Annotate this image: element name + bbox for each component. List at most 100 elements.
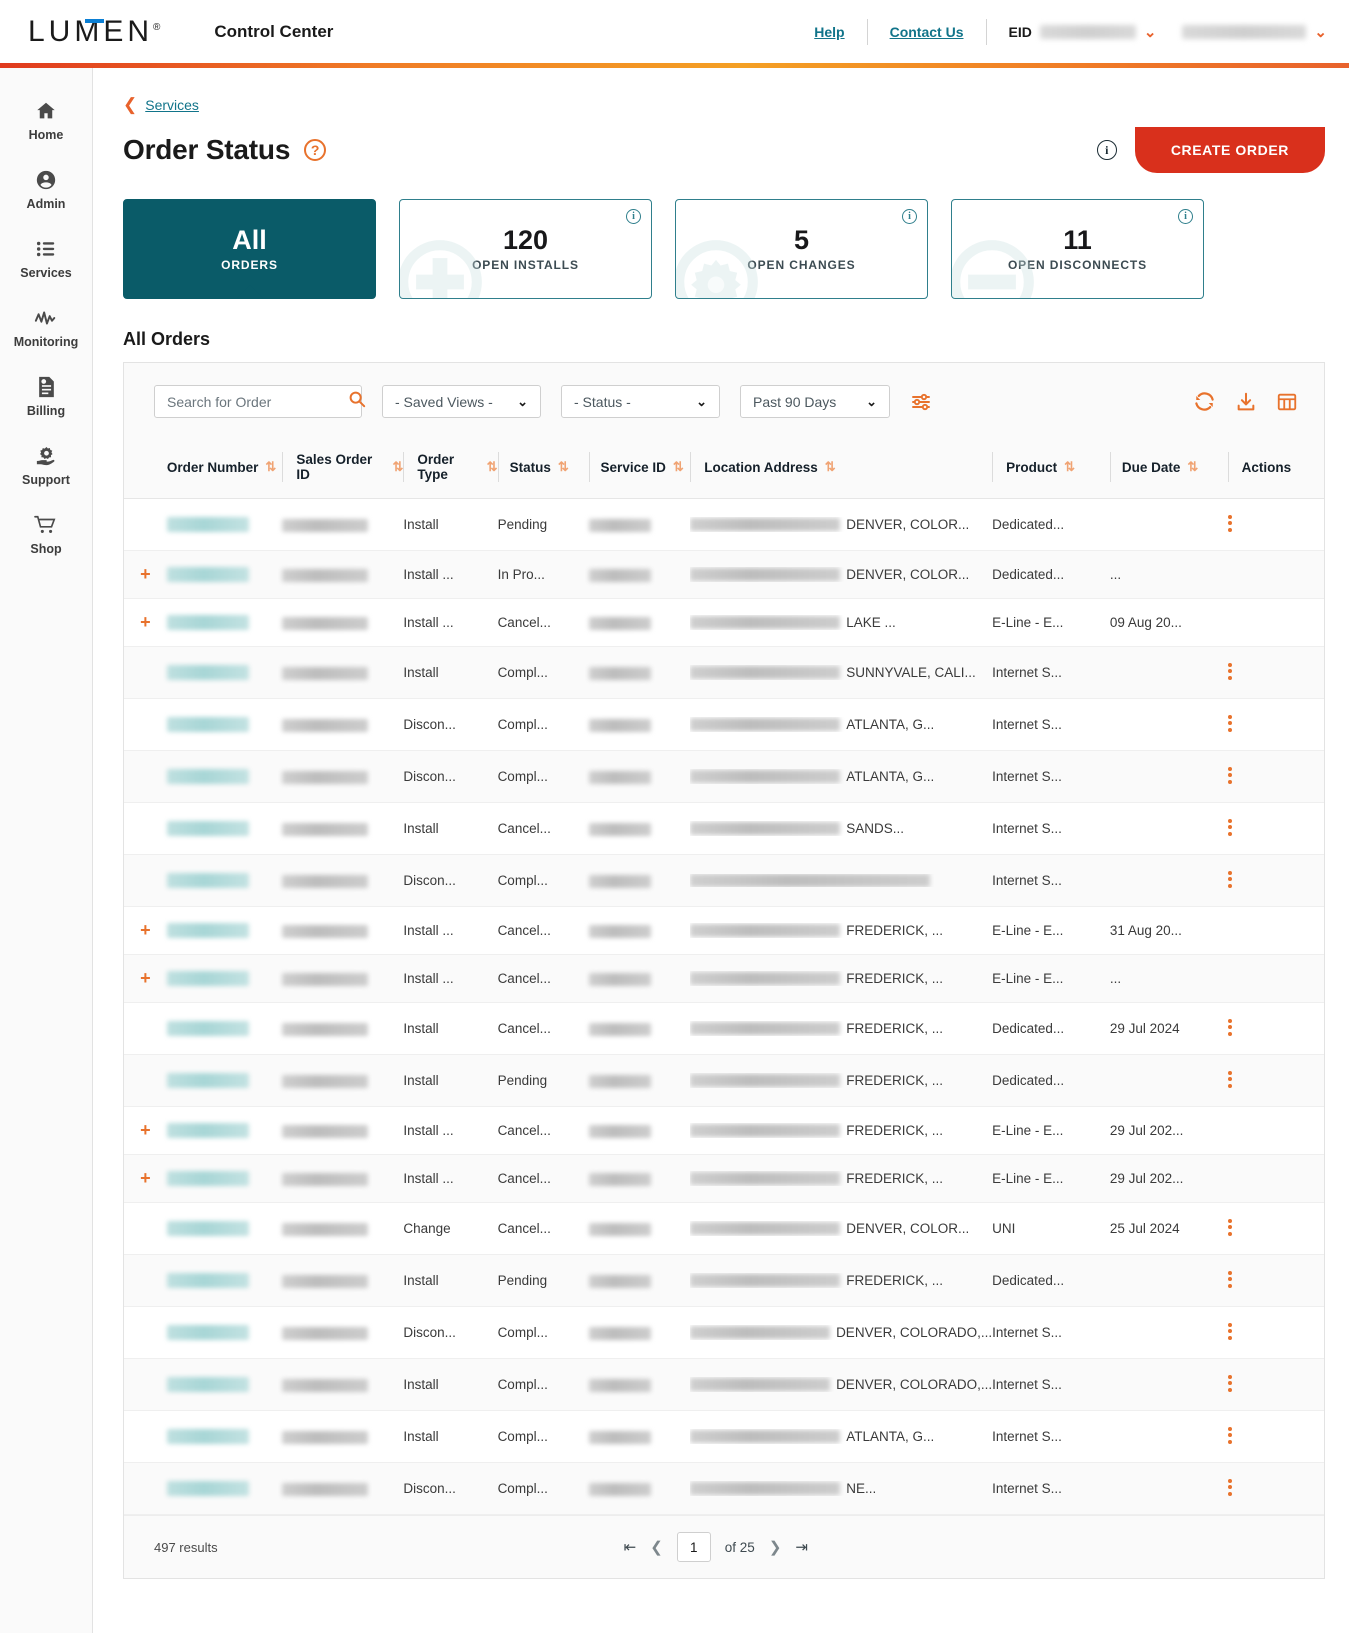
sidebar-item-billing[interactable]: Billing <box>0 362 92 431</box>
table-row[interactable]: Discon... Compl... NE... Internet S... <box>124 1462 1324 1515</box>
table-row[interactable]: Install Cancel... FREDERICK, ... Dedicated.… <box>124 1002 1324 1055</box>
header-service-id[interactable]: Service ID ⇅ <box>588 440 691 499</box>
sort-arrows-icon[interactable]: ⇅ <box>825 459 836 475</box>
table-row[interactable]: + Install ... Cancel... FREDERICK, ... E-Lin… <box>124 1106 1324 1155</box>
info-circle-icon[interactable]: i <box>902 209 917 224</box>
row-actions-menu-icon[interactable] <box>1227 868 1232 890</box>
table-columns-icon[interactable] <box>1276 391 1298 413</box>
sidebar-item-support[interactable]: Support <box>0 431 92 500</box>
saved-views-select[interactable]: - Saved Views - ⌄ <box>382 385 541 418</box>
cell-order-number[interactable] <box>166 646 283 699</box>
card-open-changes[interactable]: i 5 OPEN CHANGES <box>675 199 928 299</box>
table-row[interactable]: Install Pending FREDERICK, ... Dedicated... <box>124 1054 1324 1107</box>
cell-order-number[interactable] <box>166 1106 283 1155</box>
info-circle-icon[interactable]: i <box>626 209 641 224</box>
search-input[interactable] <box>167 393 348 410</box>
row-expand-toggle[interactable]: + <box>124 954 167 1003</box>
header-due-date[interactable]: Due Date ⇅ <box>1109 440 1228 499</box>
table-row[interactable]: + Install ... Cancel... FREDERICK, ... E-Lin… <box>124 954 1324 1003</box>
account-selector[interactable]: ⌄ <box>1156 23 1327 41</box>
header-product[interactable]: Product ⇅ <box>992 440 1110 499</box>
row-actions-menu-icon[interactable] <box>1227 1476 1232 1498</box>
row-actions-menu-icon[interactable] <box>1227 1268 1232 1290</box>
cell-order-number[interactable] <box>166 802 283 855</box>
prev-page-icon[interactable]: ❮ <box>650 1538 663 1556</box>
header-order-type[interactable]: Order Type ⇅ <box>403 440 498 499</box>
row-actions-menu-icon[interactable] <box>1227 1372 1232 1394</box>
status-filter-select[interactable]: - Status - ⌄ <box>561 385 720 418</box>
cell-actions[interactable] <box>1227 750 1324 803</box>
table-row[interactable]: Install Pending DENVER, COLOR... Dedicated.… <box>124 498 1324 551</box>
cell-order-number[interactable] <box>166 906 283 955</box>
sort-arrows-icon[interactable]: ⇅ <box>673 459 684 475</box>
table-row[interactable]: Discon... Compl... ATLANTA, G... Internet S… <box>124 750 1324 803</box>
cell-actions[interactable] <box>1227 1002 1324 1055</box>
table-row[interactable]: Change Cancel... DENVER, COLOR... UNI 25 Jul… <box>124 1202 1324 1255</box>
cell-order-number[interactable] <box>166 698 283 751</box>
last-page-icon[interactable]: ⇥ <box>795 1538 808 1556</box>
search-icon[interactable] <box>348 390 366 413</box>
cell-actions[interactable] <box>1227 1462 1324 1515</box>
header-sales-order-id[interactable]: Sales Order ID ⇅ <box>282 440 404 499</box>
cell-actions[interactable] <box>1227 1202 1324 1255</box>
sidebar-item-admin[interactable]: Admin <box>0 155 92 224</box>
cell-order-number[interactable] <box>166 1202 283 1255</box>
cell-actions[interactable] <box>1227 1054 1324 1107</box>
row-expand-toggle[interactable]: + <box>124 1154 167 1203</box>
first-page-icon[interactable]: ⇤ <box>624 1538 637 1556</box>
table-row[interactable]: + Install ... Cancel... FREDERICK, ... E-Lin… <box>124 1154 1324 1203</box>
header-status[interactable]: Status ⇅ <box>497 440 589 499</box>
sidebar-item-home[interactable]: Home <box>0 86 92 155</box>
row-actions-menu-icon[interactable] <box>1227 712 1232 734</box>
table-row[interactable]: Discon... Compl... Internet S... <box>124 854 1324 907</box>
cell-order-number[interactable] <box>166 498 283 551</box>
cell-actions[interactable] <box>1227 1306 1324 1359</box>
row-actions-menu-icon[interactable] <box>1227 816 1232 838</box>
cell-actions[interactable] <box>1227 698 1324 751</box>
info-circle-icon[interactable]: i <box>1096 140 1117 160</box>
sidebar-item-shop[interactable]: Shop <box>0 500 92 569</box>
chevron-down-icon[interactable]: ⌄ <box>1144 23 1157 41</box>
cell-order-number[interactable] <box>166 598 283 647</box>
row-actions-menu-icon[interactable] <box>1227 1320 1232 1342</box>
sliders-icon[interactable] <box>910 392 932 412</box>
table-row[interactable]: + Install ... In Pro... DENVER, COLOR... Ded… <box>124 550 1324 599</box>
sidebar-item-monitoring[interactable]: Monitoring <box>0 293 92 362</box>
chevron-down-icon[interactable]: ⌄ <box>1314 23 1327 41</box>
table-row[interactable]: Discon... Compl... ATLANTA, G... Internet S… <box>124 698 1324 751</box>
row-actions-menu-icon[interactable] <box>1227 1016 1232 1038</box>
cell-order-number[interactable] <box>166 1306 283 1359</box>
cell-actions[interactable] <box>1227 646 1324 699</box>
cell-actions[interactable] <box>1227 1410 1324 1463</box>
breadcrumb-services-link[interactable]: Services <box>145 97 199 113</box>
cell-order-number[interactable] <box>166 1462 283 1515</box>
cell-order-number[interactable] <box>166 550 283 599</box>
cell-order-number[interactable] <box>166 1254 283 1307</box>
contact-us-link[interactable]: Contact Us <box>868 24 986 40</box>
row-actions-menu-icon[interactable] <box>1227 1216 1232 1238</box>
cell-order-number[interactable] <box>166 1358 283 1411</box>
lumen-logo[interactable]: LUMEN® <box>28 15 160 49</box>
cell-order-number[interactable] <box>166 1154 283 1203</box>
eid-selector[interactable]: EID ⌄ <box>987 23 1157 41</box>
row-actions-menu-icon[interactable] <box>1227 1068 1232 1090</box>
row-actions-menu-icon[interactable] <box>1227 1424 1232 1446</box>
date-range-select[interactable]: Past 90 Days ⌄ <box>740 385 890 418</box>
header-location-address[interactable]: Location Address ⇅ <box>690 440 993 499</box>
sort-arrows-icon[interactable]: ⇅ <box>487 459 498 475</box>
row-expand-toggle[interactable]: + <box>124 550 167 599</box>
sidebar-item-services[interactable]: Services <box>0 224 92 293</box>
cell-order-number[interactable] <box>166 1002 283 1055</box>
row-expand-toggle[interactable]: + <box>124 906 167 955</box>
search-order-box[interactable] <box>154 385 366 418</box>
table-row[interactable]: + Install ... Cancel... FREDERICK, ... E-Lin… <box>124 906 1324 955</box>
cell-order-number[interactable] <box>166 954 283 1003</box>
sort-arrows-icon[interactable]: ⇅ <box>558 459 569 475</box>
info-circle-icon[interactable]: i <box>1178 209 1193 224</box>
refresh-icon[interactable] <box>1193 390 1216 413</box>
cell-actions[interactable] <box>1227 1358 1324 1411</box>
cell-order-number[interactable] <box>166 1410 283 1463</box>
sort-arrows-icon[interactable]: ⇅ <box>1187 459 1198 475</box>
table-row[interactable]: Install Cancel... SANDS... Internet S... <box>124 802 1324 855</box>
sort-arrows-icon[interactable]: ⇅ <box>392 459 403 475</box>
